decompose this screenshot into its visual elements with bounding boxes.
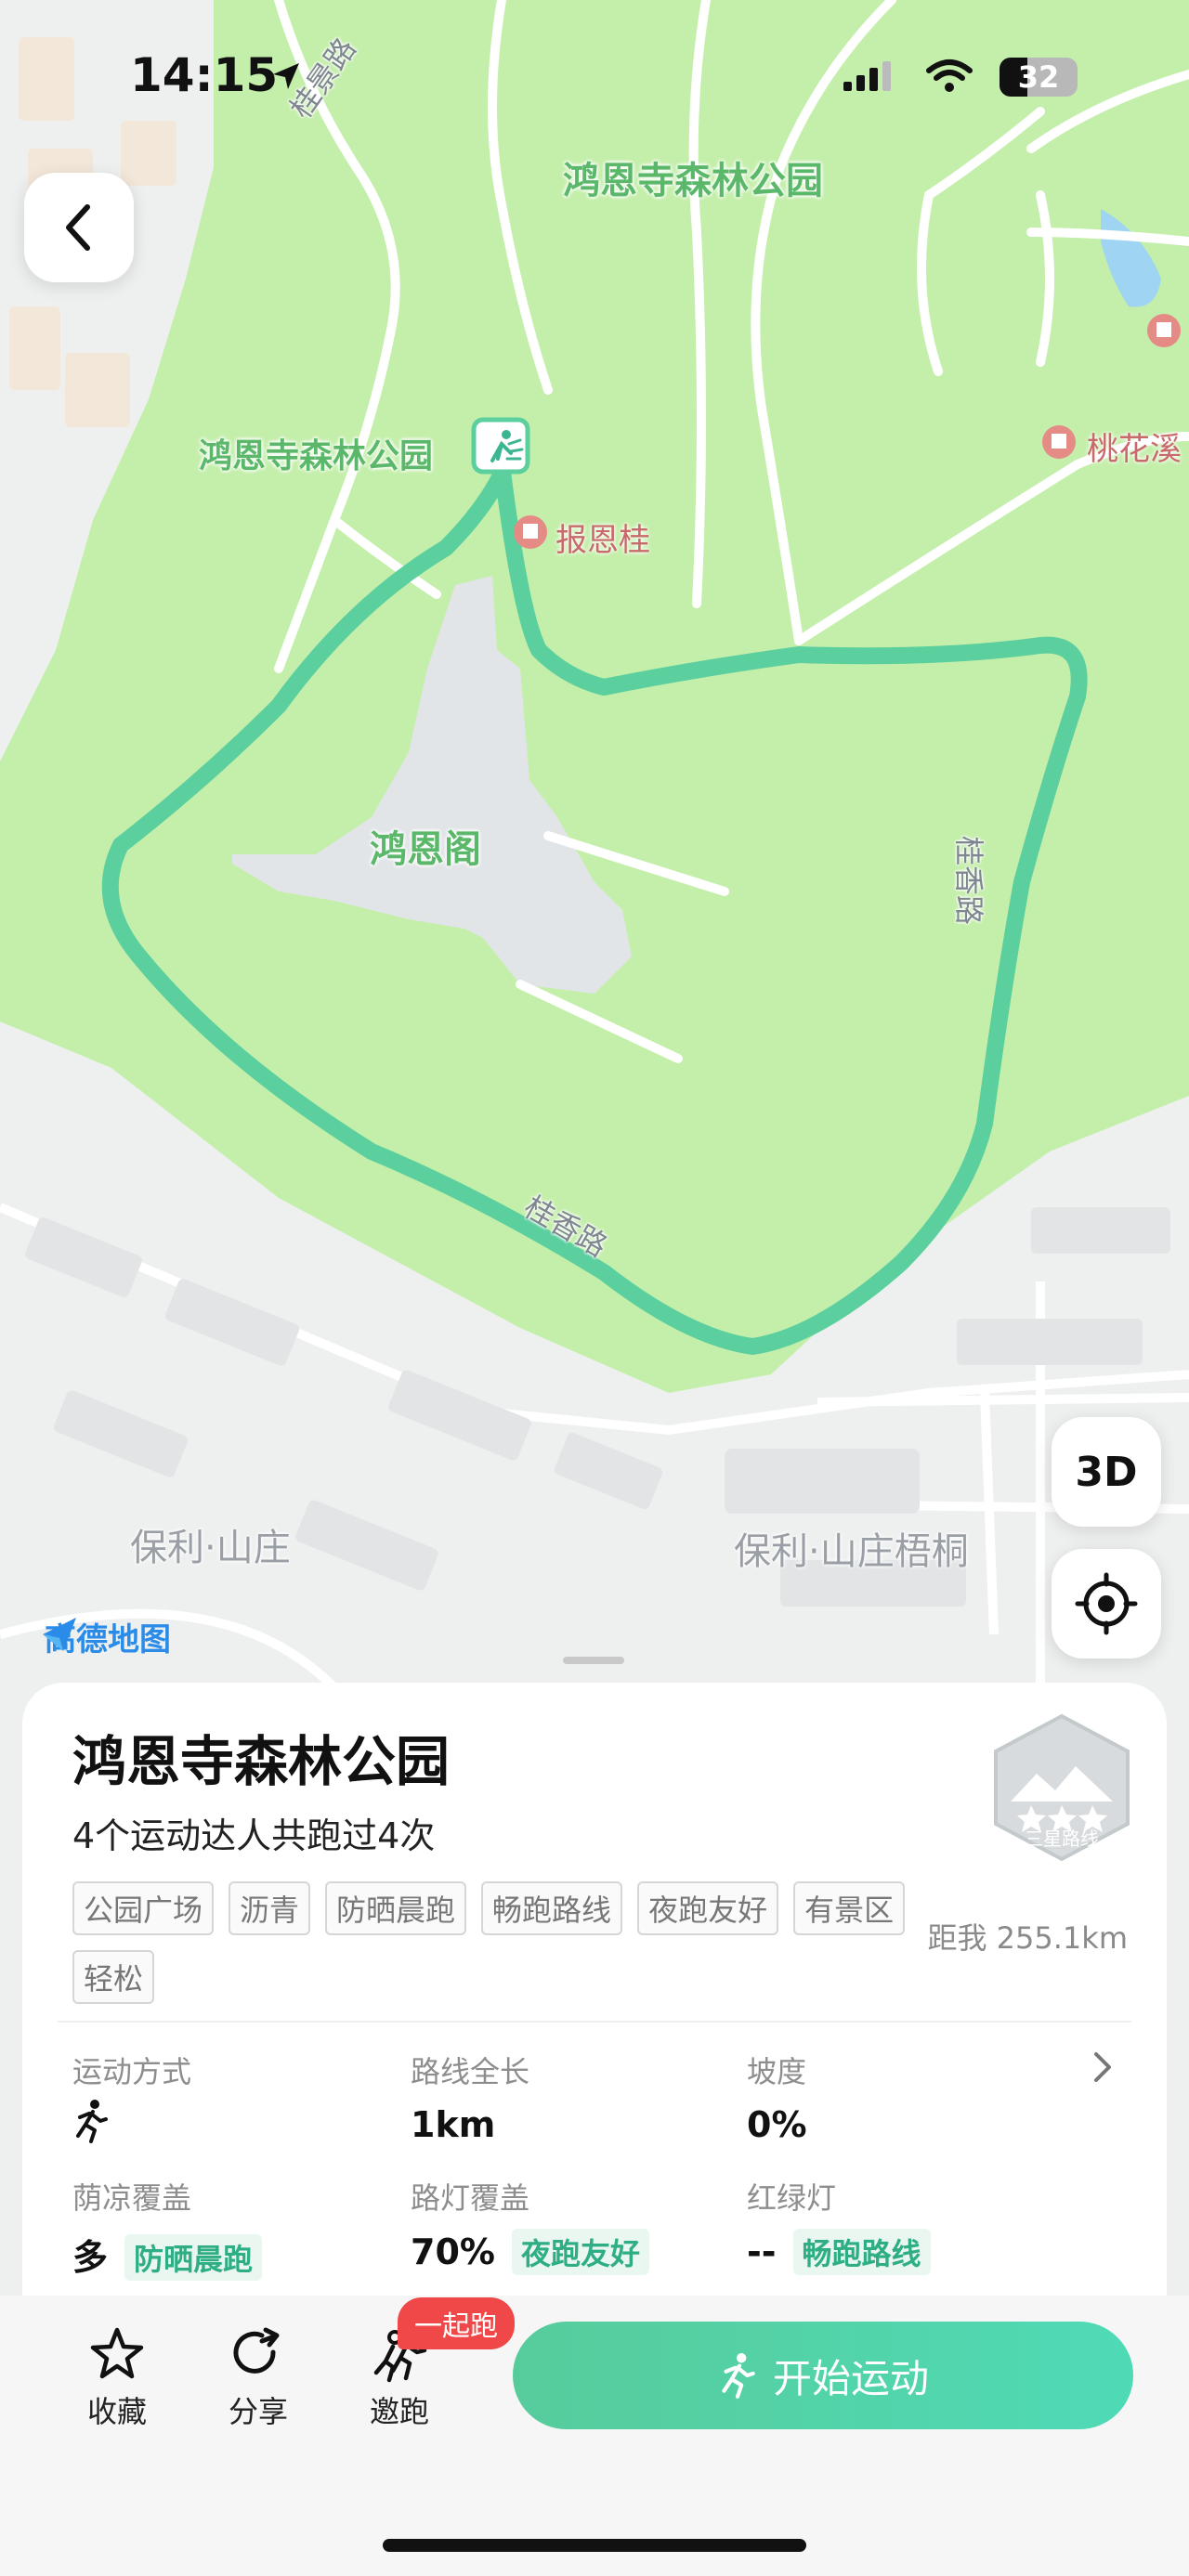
pavilion-label: 鸿恩阁 bbox=[370, 828, 481, 871]
share-button[interactable]: 分享 bbox=[203, 2322, 314, 2431]
slope-value: 0% bbox=[747, 2104, 807, 2145]
battery-level: 32 bbox=[1017, 59, 1060, 95]
chevron-left-icon bbox=[66, 204, 90, 251]
start-marker-icon bbox=[471, 417, 530, 483]
streetlight-chip: 夜跑友好 bbox=[511, 2229, 649, 2275]
tag-item: 公园广场 bbox=[72, 1881, 215, 1935]
shade-label: 荫凉覆盖 bbox=[72, 2180, 192, 2216]
tag-item: 防晒晨跑 bbox=[325, 1881, 467, 1935]
home-indicator[interactable] bbox=[383, 2539, 806, 2552]
streetlight-row: 70% 夜跑友好 bbox=[411, 2229, 649, 2275]
running-person-icon bbox=[76, 2100, 108, 2143]
location-arrow-icon bbox=[273, 63, 299, 89]
route-title: 鸿恩寺森林公园 bbox=[72, 1730, 451, 1793]
poi-taohua-icon bbox=[1042, 425, 1076, 459]
traffic-light-value: -- bbox=[747, 2231, 777, 2272]
shade-value: 多 bbox=[72, 2237, 109, 2278]
streetlight-value: 70% bbox=[411, 2231, 495, 2272]
share-icon bbox=[233, 2327, 280, 2374]
locate-button[interactable] bbox=[1052, 1549, 1161, 1659]
map-view[interactable]: 鸿恩寺森林公园 鸿恩寺森林公园 报恩桂 桃花溪 鸿恩阁 桂景路 桂香路 桂香路 … bbox=[0, 0, 1189, 1709]
chevron-right-icon[interactable] bbox=[1089, 2049, 1117, 2086]
favorite-label: 收藏 bbox=[86, 2394, 147, 2429]
mode-label: 运动方式 bbox=[72, 2054, 192, 2089]
signal-icon bbox=[843, 61, 891, 91]
shade-chip: 防晒晨跑 bbox=[124, 2234, 263, 2281]
three-star-route-badge: 三星路线 bbox=[990, 1712, 1133, 1863]
traffic-light-chip: 畅跑路线 bbox=[792, 2229, 931, 2275]
invite-run-label: 邀跑 bbox=[369, 2394, 429, 2429]
sheet-divider bbox=[58, 2021, 1131, 2023]
status-time: 14:15 bbox=[130, 48, 279, 102]
park-label-top: 鸿恩寺森林公园 bbox=[563, 160, 823, 202]
locate-crosshair-icon bbox=[1075, 1572, 1138, 1635]
tag-item: 畅跑路线 bbox=[481, 1881, 623, 1935]
start-run-icon bbox=[722, 2353, 755, 2399]
map-canvas bbox=[0, 0, 1189, 1709]
length-value: 1km bbox=[411, 2104, 496, 2145]
tag-item: 夜跑友好 bbox=[637, 1881, 779, 1935]
tag-item: 有景区 bbox=[793, 1881, 906, 1935]
amap-logo: 高德地图 bbox=[39, 1614, 171, 1659]
wifi-icon bbox=[926, 59, 973, 92]
poi-right-icon bbox=[1147, 314, 1181, 347]
route-tags: 公园广场 沥青 防晒晨跑 畅跑路线 夜跑友好 有景区 轻松 bbox=[72, 1881, 946, 2004]
road-label-right: 桂香路 bbox=[951, 836, 986, 926]
traffic-light-row: -- 畅跑路线 bbox=[747, 2229, 931, 2275]
tag-item: 轻松 bbox=[72, 1950, 155, 2004]
sheet-grab-handle[interactable] bbox=[563, 1657, 624, 1664]
poi-baoen-label[interactable]: 报恩桂 bbox=[555, 514, 650, 560]
tag-item: 沥青 bbox=[229, 1881, 311, 1935]
favorite-button[interactable]: 收藏 bbox=[61, 2322, 173, 2431]
shade-row: 多防晒晨跑 bbox=[72, 2229, 263, 2281]
poi-taohua-label[interactable]: 桃花溪 bbox=[1087, 423, 1182, 469]
status-bar: 14:15 32 bbox=[0, 48, 1189, 113]
amap-arrow-icon bbox=[43, 1618, 76, 1651]
traffic-light-label: 红绿灯 bbox=[747, 2180, 837, 2216]
share-label: 分享 bbox=[228, 2394, 288, 2429]
invite-badge: 一起跑 bbox=[398, 2297, 515, 2349]
park-label-marker: 鸿恩寺森林公园 bbox=[199, 437, 434, 475]
star-icon bbox=[90, 2327, 144, 2379]
badge-label: 三星路线 bbox=[1025, 1828, 1099, 1850]
area-label-right: 保利·山庄梧桐 bbox=[734, 1530, 969, 1573]
distance-from-me: 距我 255.1km bbox=[927, 1920, 1129, 1956]
back-button[interactable] bbox=[24, 173, 134, 282]
3d-toggle-button[interactable]: 3D bbox=[1052, 1417, 1161, 1527]
area-label-left: 保利·山庄 bbox=[130, 1527, 291, 1569]
route-subtitle: 4个运动达人共跑过4次 bbox=[72, 1815, 436, 1856]
battery-icon: 32 bbox=[1000, 58, 1078, 97]
poi-baoen-icon bbox=[514, 515, 547, 549]
start-workout-button[interactable]: 开始运动 bbox=[513, 2322, 1133, 2429]
length-label: 路线全长 bbox=[411, 2054, 530, 2089]
slope-label: 坡度 bbox=[747, 2054, 807, 2089]
streetlight-label: 路灯覆盖 bbox=[411, 2180, 530, 2216]
start-workout-label: 开始运动 bbox=[772, 2355, 929, 2401]
